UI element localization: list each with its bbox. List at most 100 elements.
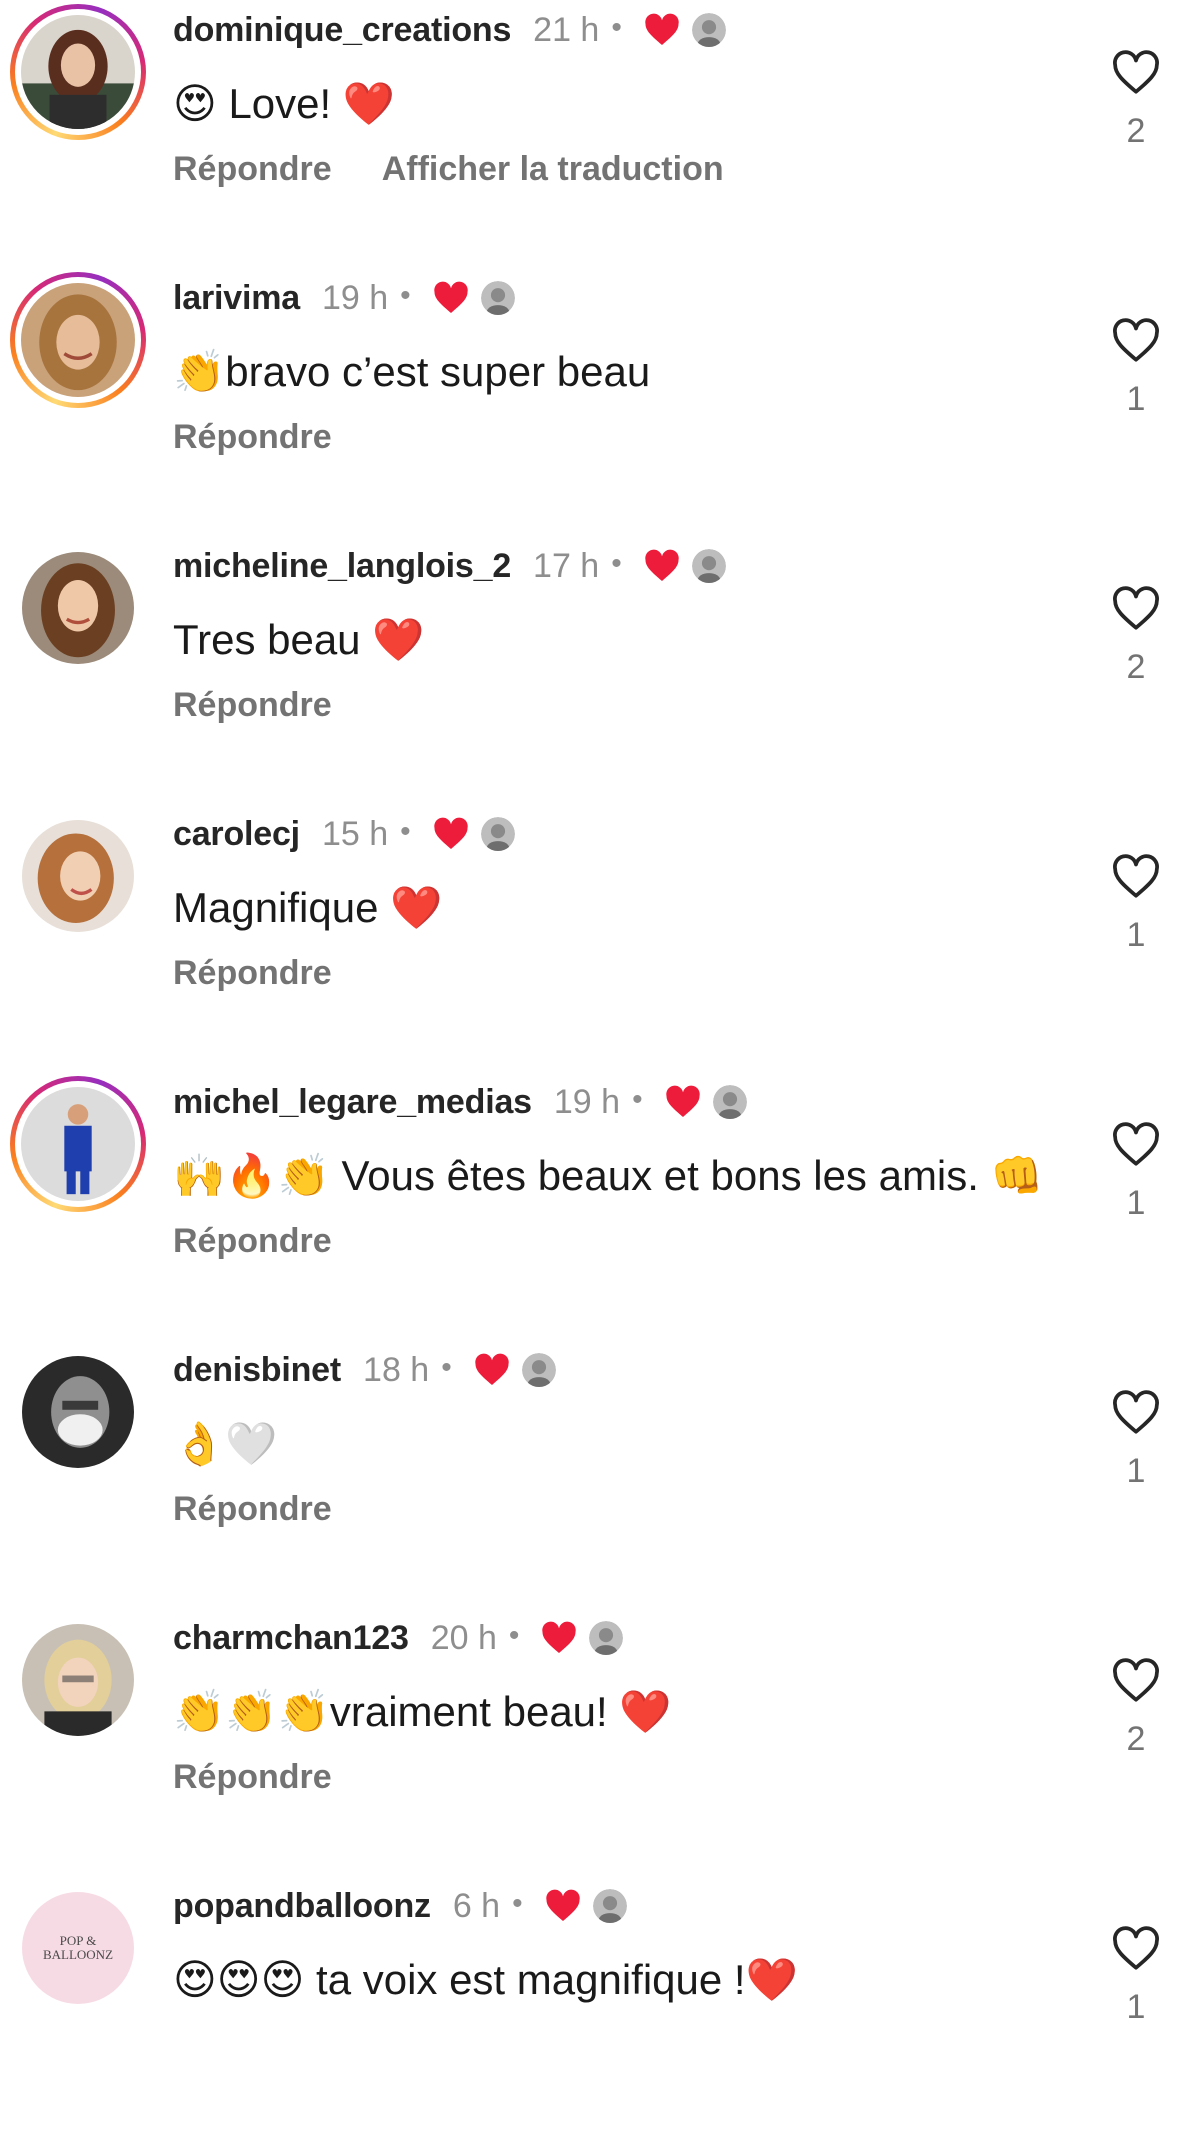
like-control: 1: [1108, 1390, 1164, 1491]
avatar: [22, 1356, 134, 1468]
reply-button[interactable]: Répondre: [173, 1490, 332, 1529]
avatar: [22, 552, 134, 664]
separator-dot: •: [611, 547, 622, 580]
comment-item: micheline_langlois_2 17 h • Tres beau ❤️…: [0, 536, 1200, 804]
red-heart-icon: [433, 281, 469, 315]
like-control: 1: [1108, 318, 1164, 419]
avatar: [22, 820, 134, 932]
comment-text: 👏👏👏vraiment beau! ❤️: [173, 1688, 672, 1735]
like-count: 1: [1126, 1452, 1146, 1490]
comment-meta: carolecj 15 h •: [173, 812, 515, 856]
comment-item: carolecj 15 h • Magnifique ❤️ Répondre 1: [0, 804, 1200, 1072]
username[interactable]: carolecj: [173, 815, 300, 854]
red-heart-icon: [644, 549, 680, 583]
comment-meta: popandballoonz 6 h •: [173, 1884, 627, 1928]
reply-button[interactable]: Répondre: [173, 686, 332, 725]
username[interactable]: popandballoonz: [173, 1887, 431, 1926]
comment-meta: micheline_langlois_2 17 h •: [173, 544, 726, 588]
comment-item: POP & BALLOONZ popandballoonz 6 h • 😍😍😍 …: [0, 1876, 1200, 2144]
avatar-story-ring[interactable]: [10, 1076, 146, 1212]
comment-actions: Répondre Afficher la traduction: [173, 150, 774, 189]
username[interactable]: micheline_langlois_2: [173, 547, 511, 586]
username[interactable]: denisbinet: [173, 1351, 341, 1390]
heart-outline-icon[interactable]: [1111, 1122, 1161, 1168]
comment-meta: charmchan123 20 h •: [173, 1616, 624, 1660]
avatar-wrapper[interactable]: [10, 540, 146, 676]
comment-actions: Répondre: [173, 1758, 382, 1797]
red-heart-icon: [474, 1353, 510, 1387]
avatar-wrapper[interactable]: POP & BALLOONZ: [10, 1880, 146, 2016]
like-control: 2: [1108, 1658, 1164, 1759]
comment-text: Tres beau ❤️: [173, 616, 425, 663]
creator-avatar-icon: [712, 1085, 747, 1119]
timestamp: 19 h: [553, 1082, 621, 1121]
timestamp: 18 h: [363, 1350, 430, 1389]
comment-item: larivima 19 h • 👏bravo c’est super beau …: [0, 268, 1200, 536]
red-heart-icon: [665, 1085, 701, 1119]
reply-button[interactable]: Répondre: [173, 1222, 332, 1261]
comment-item: michel_legare_medias 19 h • 🙌🔥👏 Vous ête…: [0, 1072, 1200, 1340]
heart-outline-icon[interactable]: [1111, 854, 1161, 900]
like-count: 2: [1126, 1720, 1146, 1758]
username[interactable]: dominique_creations: [173, 11, 511, 50]
timestamp: 19 h: [321, 278, 389, 317]
separator-dot: •: [400, 815, 411, 848]
like-control: 1: [1108, 1926, 1164, 2027]
separator-dot: •: [400, 279, 411, 312]
comment-meta: michel_legare_medias 19 h •: [173, 1080, 747, 1124]
timestamp: 6 h: [452, 1886, 501, 1925]
comment-text: 👌🤍: [173, 1420, 278, 1467]
comment-item: denisbinet 18 h • 👌🤍 Répondre 1: [0, 1340, 1200, 1608]
heart-outline-icon[interactable]: [1111, 586, 1161, 632]
like-count: 1: [1126, 1184, 1146, 1222]
like-count: 2: [1126, 648, 1146, 686]
avatar-wrapper[interactable]: [10, 808, 146, 944]
red-heart-icon: [433, 817, 469, 851]
comment-text: 😍 Love! ❤️: [173, 80, 396, 127]
reply-button[interactable]: Répondre: [173, 418, 332, 457]
comment-text: 🙌🔥👏 Vous êtes beaux et bons les amis. 👊: [173, 1152, 1043, 1199]
like-control: 2: [1108, 586, 1164, 687]
avatar-wrapper[interactable]: [10, 1344, 146, 1480]
comment-actions: Répondre: [173, 954, 382, 993]
comment-actions: Répondre: [173, 1222, 382, 1261]
avatar: [21, 283, 135, 397]
comment-meta: denisbinet 18 h •: [173, 1348, 556, 1392]
heart-outline-icon[interactable]: [1111, 1658, 1161, 1704]
comment-actions: Répondre: [173, 418, 382, 457]
avatar-story-ring[interactable]: [10, 272, 146, 408]
reply-button[interactable]: Répondre: [173, 954, 332, 993]
comment-meta: larivima 19 h •: [173, 276, 515, 320]
separator-dot: •: [441, 1351, 452, 1384]
reply-button[interactable]: Répondre: [173, 1758, 332, 1797]
heart-outline-icon[interactable]: [1111, 1926, 1161, 1972]
heart-outline-icon[interactable]: [1111, 50, 1161, 96]
like-count: 1: [1126, 916, 1146, 954]
timestamp: 21 h: [533, 10, 600, 49]
red-heart-icon: [541, 1621, 577, 1655]
reply-button[interactable]: Répondre: [173, 150, 332, 189]
red-heart-icon: [545, 1889, 581, 1923]
avatar-story-ring[interactable]: [10, 4, 146, 140]
separator-dot: •: [512, 1887, 523, 1920]
comment-item: dominique_creations 21 h • 😍 Love! ❤️ Ré…: [0, 0, 1200, 268]
creator-avatar-icon: [589, 1621, 624, 1655]
username[interactable]: charmchan123: [173, 1619, 409, 1658]
like-count: 1: [1126, 380, 1146, 418]
heart-outline-icon[interactable]: [1111, 318, 1161, 364]
like-count: 1: [1126, 1988, 1146, 2026]
username[interactable]: michel_legare_medias: [173, 1083, 532, 1122]
heart-outline-icon[interactable]: [1111, 1390, 1161, 1436]
avatar: POP & BALLOONZ: [22, 1892, 134, 2004]
username[interactable]: larivima: [173, 279, 300, 318]
comment-actions: Répondre: [173, 686, 382, 725]
avatar: [21, 15, 135, 129]
creator-avatar-icon: [691, 549, 726, 583]
avatar-wrapper[interactable]: [10, 1612, 146, 1748]
creator-avatar-icon: [592, 1889, 627, 1923]
timestamp: 15 h: [321, 814, 389, 853]
comment-item: charmchan123 20 h • 👏👏👏vraiment beau! ❤️…: [0, 1608, 1200, 1876]
like-control: 1: [1108, 854, 1164, 955]
comment-text: Magnifique ❤️: [173, 884, 443, 931]
translate-button[interactable]: Afficher la traduction: [382, 150, 724, 189]
